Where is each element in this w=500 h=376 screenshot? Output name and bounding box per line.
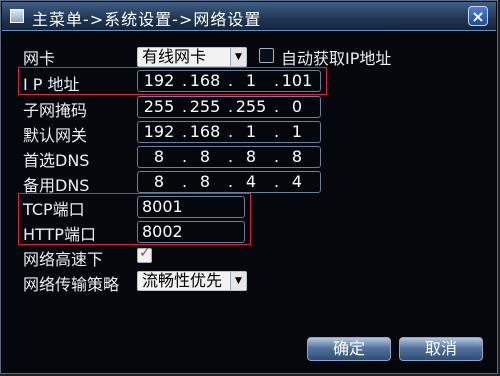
high-speed-label: 网络高速下 — [23, 250, 104, 269]
chevron-down-icon: ▼ — [230, 272, 246, 290]
ip-dot: . — [228, 172, 234, 191]
subnet-mask-field[interactable]: 255 . 255 . 255 . 0 — [137, 96, 321, 118]
high-speed-checkbox[interactable]: ✓ — [137, 245, 152, 263]
gateway-part-3: 1 — [245, 122, 257, 141]
ip-dot: . — [228, 122, 234, 141]
title-bar: 主菜单->系统设置->网络设置 × — [2, 2, 496, 31]
ip-dot: . — [274, 97, 280, 116]
window-icon — [10, 9, 24, 23]
close-button[interactable]: × — [468, 6, 488, 26]
auto-ip-label: 自动获取IP地址 — [281, 49, 392, 68]
dns1-part-3: 8 — [245, 147, 257, 166]
gateway-part-2: 168 — [189, 122, 221, 141]
cancel-button[interactable]: 取消 — [399, 337, 483, 361]
gateway-part-4: 1 — [291, 122, 303, 141]
ip-dot: . — [182, 122, 188, 141]
ports-highlight-box — [18, 193, 251, 245]
gateway-label: 默认网关 — [23, 126, 88, 145]
network-settings-dialog: 主菜单->系统设置->网络设置 × 网卡 有线网卡 ▼ 自动获取IP地址 I P… — [0, 0, 498, 374]
ip-dot: . — [182, 172, 188, 191]
checkmark-icon: ✓ — [139, 245, 151, 261]
subnet-label: 子网掩码 — [23, 101, 88, 120]
ip-dot: . — [182, 97, 188, 116]
close-icon: × — [471, 7, 485, 26]
chevron-down-icon: ▼ — [230, 48, 246, 66]
secondary-dns-field[interactable]: 8 . 8 . 4 . 4 — [137, 171, 321, 193]
dns1-part-1: 8 — [153, 147, 165, 166]
dns2-part-1: 8 — [153, 172, 165, 191]
ip-highlight-box — [18, 67, 327, 95]
subnet-part-4: 0 — [291, 97, 303, 116]
ip-dot: . — [182, 147, 188, 166]
ip-dot: . — [274, 172, 280, 191]
strategy-label: 网络传输策略 — [23, 275, 120, 294]
nic-label: 网卡 — [23, 49, 56, 68]
dns2-part-4: 4 — [291, 172, 303, 191]
dns2-part-3: 4 — [245, 172, 257, 191]
ip-dot: . — [274, 122, 280, 141]
ip-dot: . — [228, 97, 234, 116]
ok-button[interactable]: 确定 — [307, 337, 391, 361]
dns2-part-2: 8 — [199, 172, 211, 191]
gateway-field[interactable]: 192 . 168 . 1 . 1 — [137, 121, 321, 143]
subnet-part-2: 255 — [189, 97, 221, 116]
subnet-part-3: 255 — [235, 97, 267, 116]
strategy-select-value: 流畅性优先 — [142, 271, 223, 290]
dns1-part-2: 8 — [199, 147, 211, 166]
dns1-label: 首选DNS — [23, 151, 90, 170]
gateway-part-1: 192 — [143, 122, 175, 141]
auto-ip-checkbox[interactable] — [259, 48, 274, 63]
nic-select[interactable]: 有线网卡 ▼ — [137, 47, 247, 67]
dns1-part-4: 8 — [291, 147, 303, 166]
nic-select-value: 有线网卡 — [142, 47, 207, 66]
ip-dot: . — [228, 147, 234, 166]
primary-dns-field[interactable]: 8 . 8 . 8 . 8 — [137, 146, 321, 168]
strategy-select[interactable]: 流畅性优先 ▼ — [137, 271, 247, 291]
window-title: 主菜单->系统设置->网络设置 — [32, 10, 262, 29]
subnet-part-1: 255 — [143, 97, 175, 116]
ip-dot: . — [274, 147, 280, 166]
